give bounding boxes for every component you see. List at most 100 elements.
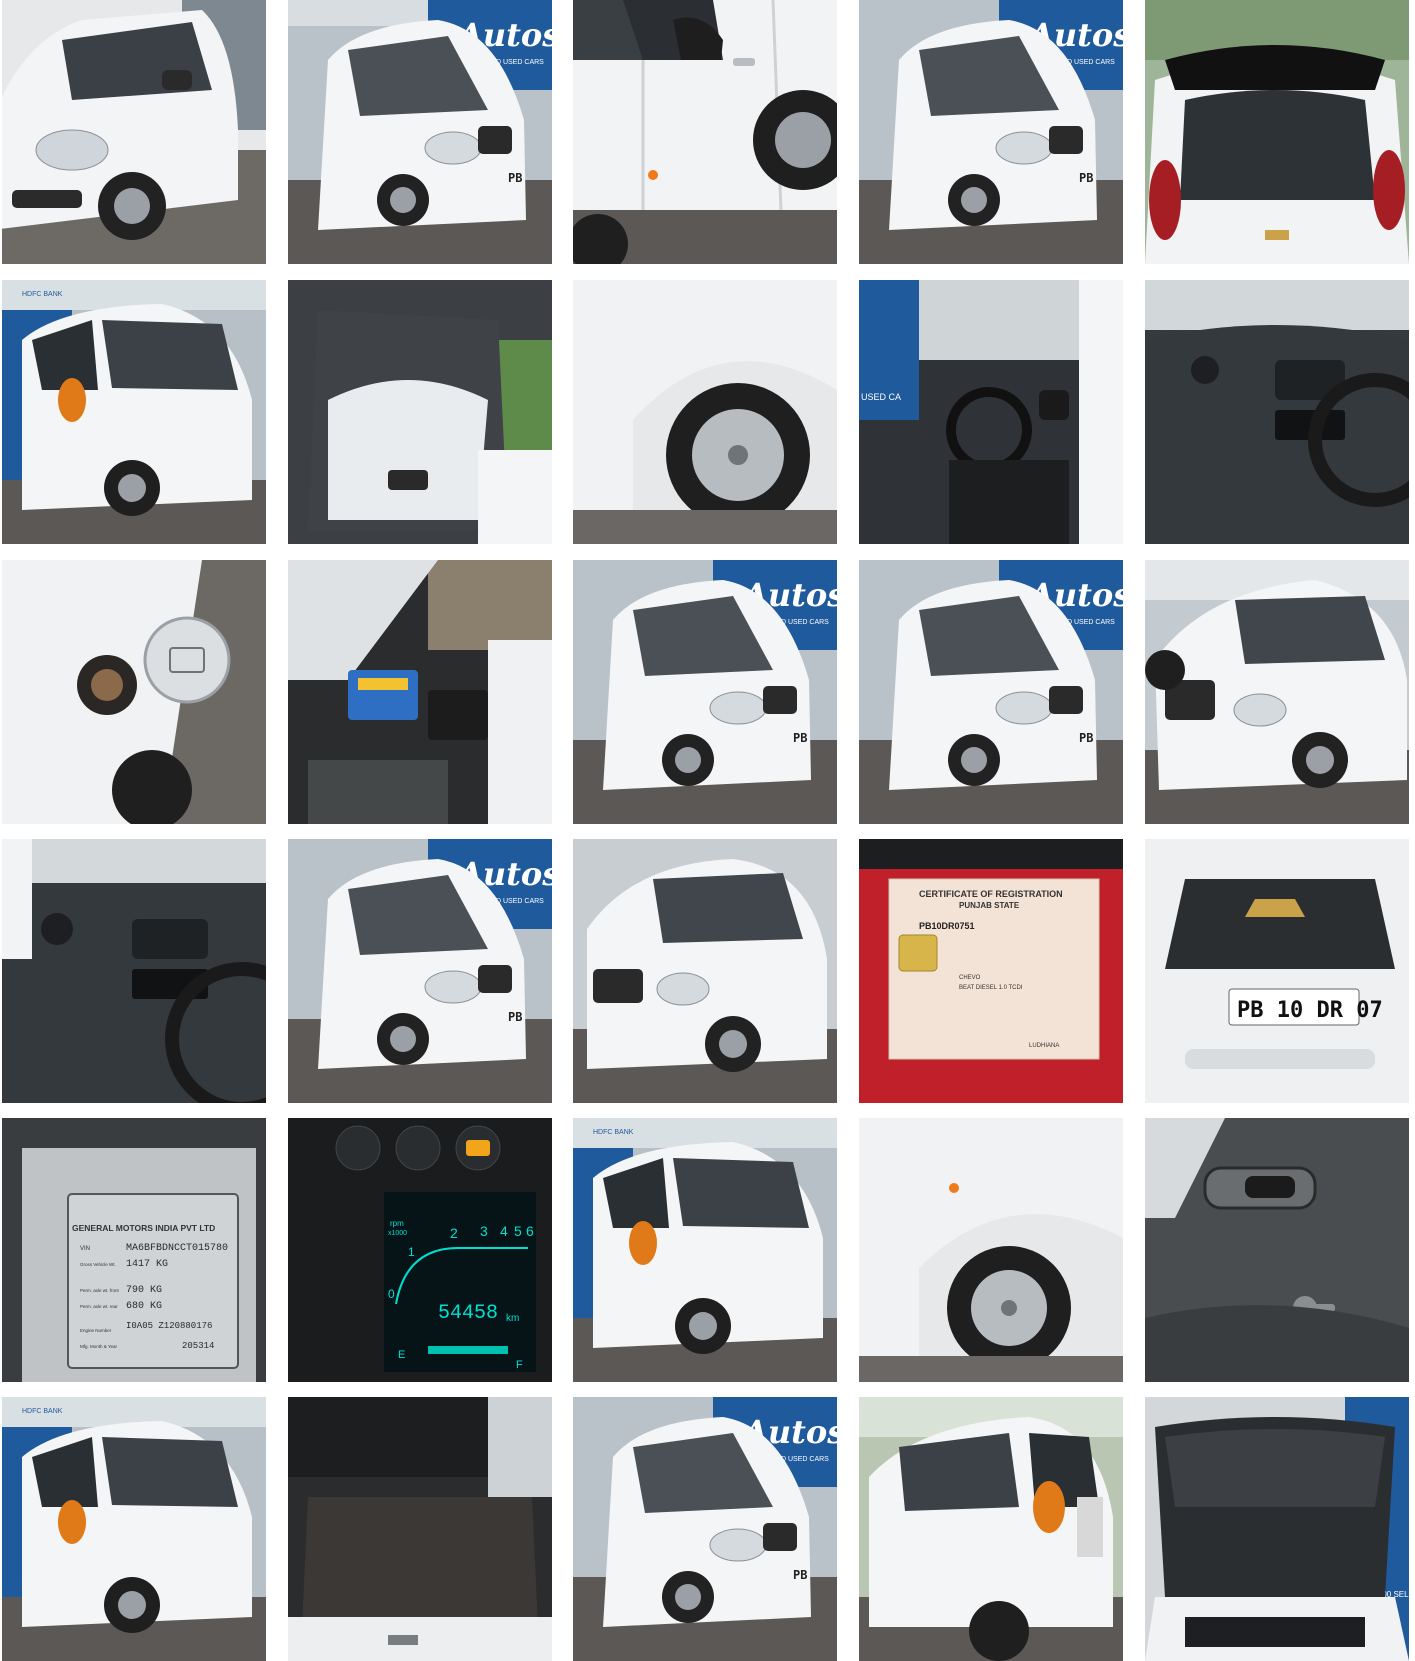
gallery-photo-24[interactable] [859, 1118, 1123, 1382]
rear-axle-value: 680 KG [126, 1301, 162, 1312]
vin-label: VIN [80, 1246, 90, 1252]
gallery-photo-2[interactable]: Autos TRUSTED USED CARS PB [288, 0, 552, 264]
photo-16-image [2, 839, 266, 1103]
number-plate-text: PB [793, 1568, 807, 1582]
background-sign-text: USED CA [861, 392, 901, 402]
photo-27-image [288, 1397, 552, 1661]
photo-1-image [2, 0, 266, 264]
number-plate-text: PB [1079, 171, 1093, 185]
photo-2-image: Autos TRUSTED USED CARS PB [288, 0, 552, 264]
photo-8-image [573, 280, 837, 544]
photo-18-image [573, 839, 837, 1103]
odometer-value: 54458 [438, 1302, 498, 1325]
photo-6-image: HDFC BANK [2, 280, 266, 544]
rpm-multiplier: x1000 [388, 1230, 407, 1237]
photo-25-image [1145, 1118, 1409, 1382]
gallery-photo-22[interactable]: rpm x1000 0 1 2 3 4 5 6 54458 km E F [288, 1118, 552, 1382]
photo-3-image [573, 0, 837, 264]
gallery-photo-29[interactable] [859, 1397, 1123, 1661]
fuel-empty-label: E [398, 1349, 405, 1361]
rpm-tick-0: 0 [388, 1287, 395, 1301]
rc-model: BEAT DIESEL 1.0 TCDI [959, 985, 1023, 991]
gallery-photo-12[interactable] [288, 560, 552, 824]
mfg-date-value: 205314 [182, 1341, 214, 1351]
gallery-photo-5[interactable] [1145, 0, 1409, 264]
rpm-tick-2: 2 [450, 1225, 458, 1241]
gallery-photo-14[interactable]: Autos TRUSTED USED CARS PB [859, 560, 1123, 824]
engine-warning-icon [466, 1140, 490, 1156]
gallery-photo-11[interactable] [2, 560, 266, 824]
background-sign-text: HDFC BANK [22, 291, 63, 298]
fuel-gauge-bar [428, 1346, 508, 1354]
rpm-tick-5: 5 [514, 1223, 522, 1239]
photo-22-image: rpm x1000 0 1 2 3 4 5 6 54458 km E F [288, 1118, 552, 1382]
rpm-tick-4: 4 [500, 1223, 508, 1239]
background-sign-text: HDFC BANK [593, 1129, 634, 1136]
rc-state: PUNJAB STATE [959, 901, 1020, 910]
rpm-tick-3: 3 [480, 1223, 488, 1239]
gallery-photo-16[interactable] [2, 839, 266, 1103]
rpm-tick-6: 6 [526, 1223, 534, 1239]
rc-authority: LUDHIANA [1029, 1043, 1059, 1049]
gallery-photo-6[interactable]: HDFC BANK [2, 280, 266, 544]
gvw-label: Gross Vehicle Wt. [80, 1262, 116, 1267]
gallery-photo-13[interactable]: Autos TRUSTED USED CARS PB [573, 560, 837, 824]
mfg-date-label: Mfg. Month & Year [80, 1344, 118, 1349]
gallery-photo-30[interactable]: 95000 SELL US [1145, 1397, 1409, 1661]
number-plate-text: PB [508, 1010, 522, 1024]
gallery-photo-25[interactable] [1145, 1118, 1409, 1382]
rpm-tick-1: 1 [408, 1245, 415, 1259]
photo-13-image: Autos TRUSTED USED CARS PB [573, 560, 837, 824]
fuel-full-label: F [516, 1359, 523, 1371]
gallery-photo-3[interactable] [573, 0, 837, 264]
gallery-photo-9[interactable]: USED CA [859, 280, 1123, 544]
gallery-photo-28[interactable]: Autos TRUSTED USED CARS PB [573, 1397, 837, 1661]
gallery-photo-21[interactable]: GENERAL MOTORS INDIA PVT LTD VIN MA6BFBD… [2, 1118, 266, 1382]
gvw-value: 1417 KG [126, 1259, 168, 1270]
photo-gallery: Autos TRUSTED USED CARS PB Autos TRUSTED… [0, 0, 1415, 1661]
gallery-photo-27[interactable] [288, 1397, 552, 1661]
photo-12-image [288, 560, 552, 824]
number-plate-text: PB [508, 171, 522, 185]
photo-26-image: HDFC BANK [2, 1397, 266, 1661]
front-axle-value: 790 KG [126, 1285, 162, 1296]
photo-24-image [859, 1118, 1123, 1382]
gallery-photo-26[interactable]: HDFC BANK [2, 1397, 266, 1661]
photo-9-image: USED CA [859, 280, 1123, 544]
vin-plate-title: GENERAL MOTORS INDIA PVT LTD [72, 1223, 215, 1233]
photo-14-image: Autos TRUSTED USED CARS PB [859, 560, 1123, 824]
number-plate-text: PB 10 DR 07 [1237, 998, 1383, 1023]
photo-29-image [859, 1397, 1123, 1661]
gallery-photo-23[interactable]: HDFC BANK [573, 1118, 837, 1382]
gallery-photo-1[interactable] [2, 0, 266, 264]
photo-17-image: Autos TRUSTED USED CARS PB [288, 839, 552, 1103]
number-plate-text: PB [793, 731, 807, 745]
gallery-photo-19[interactable]: CERTIFICATE OF REGISTRATION PUNJAB STATE… [859, 839, 1123, 1103]
photo-30-image: 95000 SELL US [1145, 1397, 1409, 1661]
rpm-label: rpm [390, 1219, 404, 1228]
rc-number: PB10DR0751 [919, 921, 975, 931]
engine-number-value: I0A05 Z120880176 [126, 1321, 212, 1331]
gallery-photo-18[interactable] [573, 839, 837, 1103]
odometer-unit: km [506, 1313, 519, 1324]
photo-28-image: Autos TRUSTED USED CARS PB [573, 1397, 837, 1661]
gallery-photo-4[interactable]: Autos TRUSTED USED CARS PB [859, 0, 1123, 264]
gallery-photo-15[interactable] [1145, 560, 1409, 824]
gallery-photo-17[interactable]: Autos TRUSTED USED CARS PB [288, 839, 552, 1103]
rc-maker: CHEVO [959, 975, 981, 981]
vin-value: MA6BFBDNCCT015780 [126, 1243, 228, 1254]
engine-number-label: Engine Number [80, 1328, 112, 1333]
photo-4-image: Autos TRUSTED USED CARS PB [859, 0, 1123, 264]
rear-axle-label: Perm. axle wt. rear [80, 1304, 118, 1309]
gallery-photo-10[interactable] [1145, 280, 1409, 544]
gallery-photo-8[interactable] [573, 280, 837, 544]
background-sign-text: HDFC BANK [22, 1408, 63, 1415]
gallery-photo-7[interactable] [288, 280, 552, 544]
photo-21-image: GENERAL MOTORS INDIA PVT LTD VIN MA6BFBD… [2, 1118, 266, 1382]
photo-5-image [1145, 0, 1409, 264]
number-plate-text: PB [1079, 731, 1093, 745]
gallery-photo-20[interactable]: PB 10 DR 07 [1145, 839, 1409, 1103]
photo-11-image [2, 560, 266, 824]
photo-7-image [288, 280, 552, 544]
photo-19-image: CERTIFICATE OF REGISTRATION PUNJAB STATE… [859, 839, 1123, 1103]
